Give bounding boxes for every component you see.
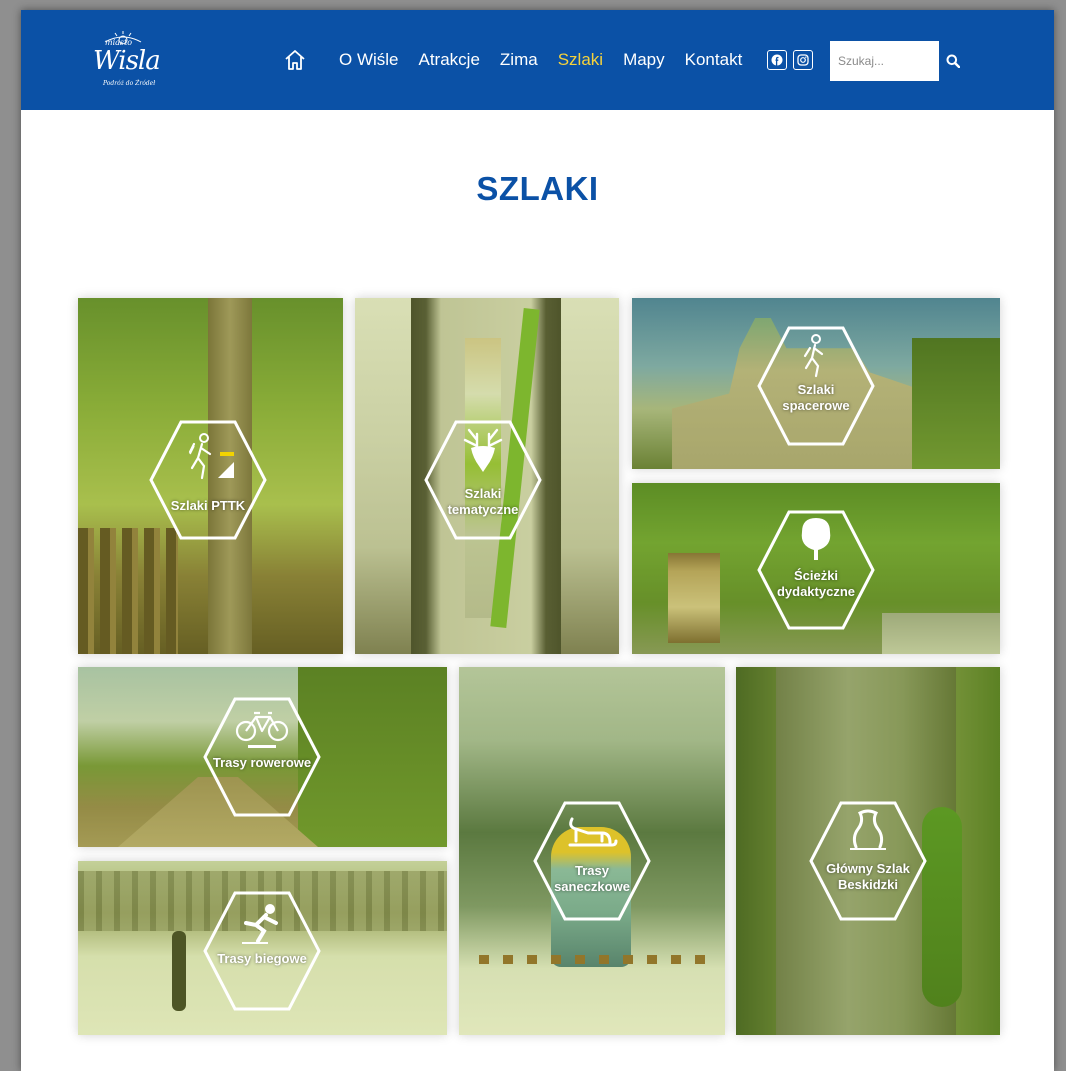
- deer-icon: [463, 428, 503, 472]
- trail-marker-icon: [850, 809, 886, 850]
- tile-sciezki-dydaktyczne[interactable]: Ścieżki dydaktyczne: [632, 483, 1000, 654]
- site-logo[interactable]: miasto Wisla Podróż do Źródeł: [87, 30, 161, 92]
- skier-icon: [242, 904, 278, 944]
- page-frame: miasto Wisla Podróż do Źródeł O Wiśle At…: [21, 10, 1054, 1071]
- tile-label: Ścieżki dydaktyczne: [776, 568, 856, 599]
- main-nav: O Wiśle Atrakcje Zima Szlaki Mapy Kontak…: [283, 40, 762, 80]
- hiker-trail-icon: [188, 433, 234, 480]
- tile-label: Trasy rowerowe: [212, 755, 312, 770]
- nav-item-szlaki[interactable]: Szlaki: [558, 50, 603, 70]
- tile-label: Trasy saneczkowe: [554, 863, 630, 894]
- tile-trasy-saneczkowe[interactable]: Trasy saneczkowe: [459, 667, 725, 1035]
- tile-label: Trasy biegowe: [217, 951, 307, 966]
- search-icon: [946, 54, 960, 68]
- search-input[interactable]: [830, 41, 939, 81]
- tile-szlaki-spacerowe[interactable]: Szlaki spacerowe: [632, 298, 1000, 469]
- nav-item-kontakt[interactable]: Kontakt: [685, 50, 743, 70]
- social-links: [767, 50, 813, 70]
- facebook-icon[interactable]: [767, 50, 787, 70]
- nav-item-mapy[interactable]: Mapy: [623, 50, 665, 70]
- nav-item-o-wisle[interactable]: O Wiśle: [339, 50, 399, 70]
- site-header: miasto Wisla Podróż do Źródeł O Wiśle At…: [21, 10, 1054, 110]
- nav-item-zima[interactable]: Zima: [500, 50, 538, 70]
- tile-glowny-szlak-beskidzki[interactable]: Główny Szlak Beskidzki: [736, 667, 1000, 1035]
- tile-szlaki-pttk[interactable]: Szlaki PTTK: [78, 298, 343, 654]
- bicycle-icon: [235, 711, 289, 748]
- tile-label: Szlaki tematyczne: [447, 486, 519, 517]
- logo-tagline: Podróż do Źródeł: [103, 80, 156, 87]
- sled-icon: [568, 817, 618, 847]
- tree-icon: [801, 518, 831, 560]
- search-button[interactable]: [939, 41, 967, 81]
- home-icon[interactable]: [283, 47, 309, 73]
- tile-label: Główny Szlak Beskidzki: [826, 861, 910, 892]
- nav-item-atrakcje[interactable]: Atrakcje: [419, 50, 480, 70]
- tile-trasy-biegowe[interactable]: Trasy biegowe: [78, 861, 447, 1035]
- instagram-icon[interactable]: [793, 50, 813, 70]
- tile-szlaki-tematyczne[interactable]: Szlaki tematyczne: [355, 298, 619, 654]
- walker-icon: [803, 334, 824, 378]
- search-form: [830, 41, 967, 81]
- tile-label: Szlaki PTTK: [170, 498, 246, 513]
- tile-trasy-rowerowe[interactable]: Trasy rowerowe: [78, 667, 447, 847]
- logo-name: Wisla: [93, 46, 161, 76]
- page-title: SZLAKI: [476, 170, 599, 207]
- tile-label: Szlaki spacerowe: [782, 382, 850, 413]
